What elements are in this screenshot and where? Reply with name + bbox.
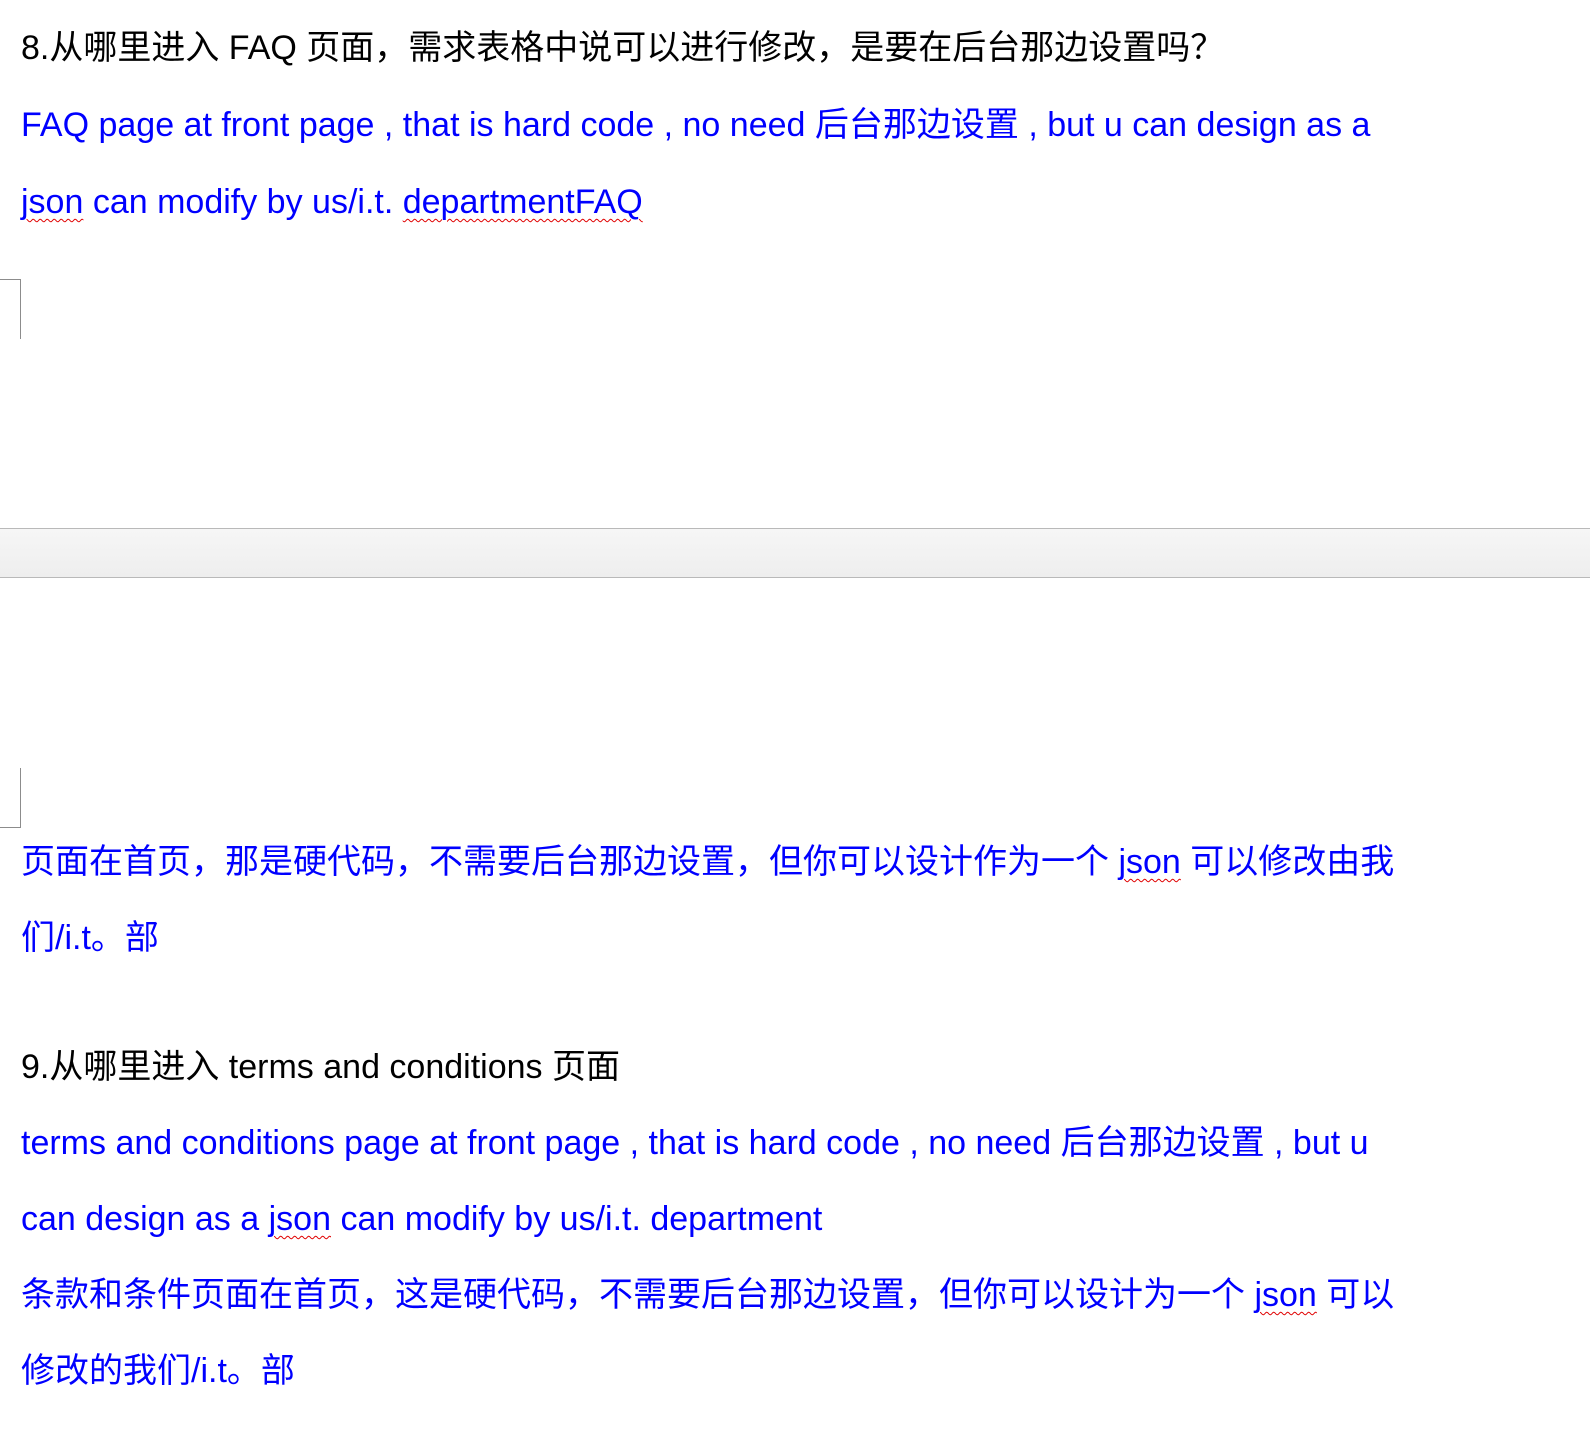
text-run: can modify by us/i.t.: [83, 183, 403, 221]
spellcheck-word-json[interactable]: json: [1118, 843, 1180, 881]
text-run: 可以: [1316, 1276, 1395, 1314]
spellcheck-word-json[interactable]: json: [21, 183, 83, 221]
q8-answer-en-line1: FAQ page at front page , that is hard co…: [21, 106, 1371, 144]
text-run: can design as a: [21, 1200, 269, 1238]
spellcheck-word-json[interactable]: json: [1254, 1276, 1316, 1314]
page-break-gap: [0, 528, 1590, 578]
text-run: 页面在首页，那是硬代码，不需要后台那边设置，但你可以设计作为一个: [21, 843, 1119, 881]
q8-question: 8.从哪里进入 FAQ 页面，需求表格中说可以进行修改，是要在后台那边设置吗？: [21, 29, 1225, 67]
q9-answer-en-line1: terms and conditions page at front page …: [21, 1124, 1369, 1162]
text-run: 条款和条件页面在首页，这是硬代码，不需要后台那边设置，但你可以设计为一个: [21, 1276, 1255, 1314]
spellcheck-word-departmentfaq[interactable]: departmentFAQ: [403, 183, 643, 221]
q8-answer-zh-line2: 们/i.t。部: [21, 919, 159, 957]
text-run: 可以修改由我: [1180, 843, 1395, 881]
q8-answer-zh-line1: 页面在首页，那是硬代码，不需要后台那边设置，但你可以设计作为一个 json 可以…: [21, 840, 1394, 884]
q8-answer-en-line2: json can modify by us/i.t. departmentFAQ: [21, 180, 643, 224]
text-run: can modify by us/i.t. department: [331, 1200, 823, 1238]
page-corner-marker-bottom-left: [0, 279, 21, 339]
q9-answer-zh-line2: 修改的我们/i.t。部: [21, 1352, 295, 1390]
q9-answer-zh-line1: 条款和条件页面在首页，这是硬代码，不需要后台那边设置，但你可以设计为一个 jso…: [21, 1273, 1394, 1317]
spellcheck-word-json[interactable]: json: [269, 1200, 331, 1238]
page-corner-marker-top-left: [0, 768, 21, 828]
q9-answer-en-line2: can design as a json can modify by us/i.…: [21, 1197, 822, 1241]
q9-question: 9.从哪里进入 terms and conditions 页面: [21, 1048, 620, 1086]
